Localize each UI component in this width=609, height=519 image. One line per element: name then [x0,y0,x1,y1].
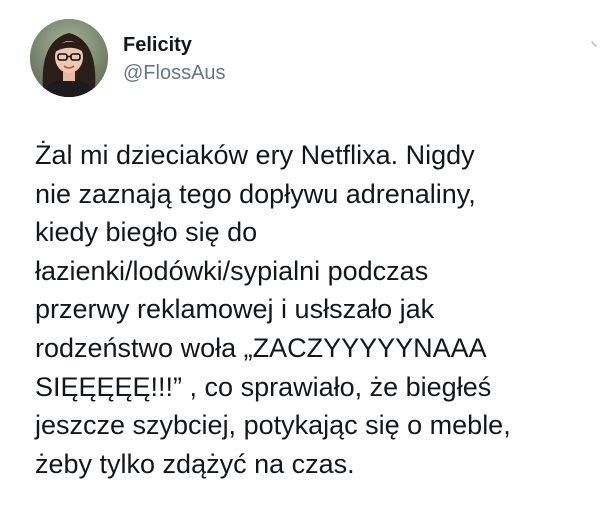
tweet-text-line: jeszcze szybciej, potykając się o meble, [35,410,511,441]
tweet-text: Żal mi dzieciaków ery Netflixa. Nigdy ni… [35,136,595,483]
display-name[interactable]: Felicity [123,33,226,57]
tweet-text-line: łazienki/lodówki/sypialni podczas [35,255,429,286]
tweet-text-line: nie zaznają tego dopływu adrenaliny, [35,178,476,209]
tweet-card: Felicity @FlossAus Żal mi dzieciaków ery… [0,0,609,519]
user-handle[interactable]: @FlossAus [123,61,226,85]
tweet-text-line: kiedy biegło się do [35,217,258,248]
tweet-text-line: przerwy reklamowej i usłszało jak [35,294,435,325]
tweet-text-line: Żal mi dzieciaków ery Netflixa. Nigdy [35,140,475,170]
tweet-text-line: rodzeństwo woła „ZACZYYYYYNAAA [35,332,487,363]
tweet-text-line: żeby tylko zdążyć na czas. [35,448,355,479]
avatar[interactable] [30,19,108,97]
tweet-text-line: SIĘĘĘĘĘ!!!” , co sprawiało, że biegłeś [35,371,492,402]
profile-photo-icon [30,19,108,97]
author-info: Felicity @FlossAus [123,33,226,85]
chevron-down-icon[interactable] [588,37,602,51]
